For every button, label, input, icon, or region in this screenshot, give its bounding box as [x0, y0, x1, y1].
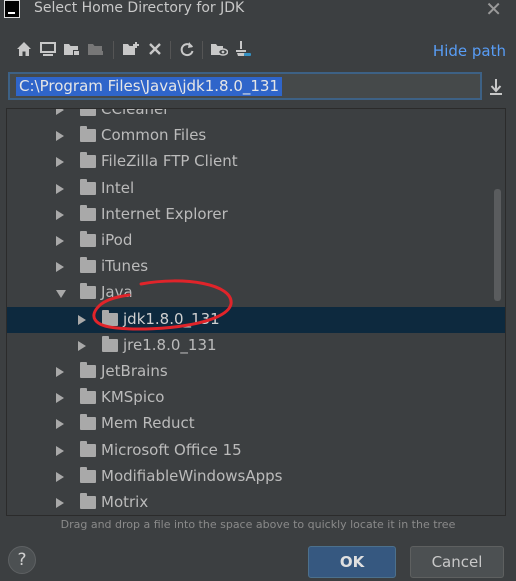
toolbar-separator [202, 41, 203, 59]
ok-button[interactable]: OK [308, 546, 396, 578]
tree-row[interactable]: Motrix [7, 490, 505, 515]
window-title: Select Home Directory for JDK [34, 0, 245, 16]
delete-icon[interactable] [144, 38, 166, 60]
tree-item-label: FileZilla FTP Client [101, 152, 238, 171]
chevron-down-icon[interactable] [56, 290, 66, 299]
module-folder-icon[interactable] [85, 38, 107, 60]
tree-row[interactable]: iTunes [7, 254, 505, 280]
folder-icon [80, 152, 96, 169]
chevron-right-icon[interactable] [56, 367, 64, 377]
chevron-right-icon[interactable] [56, 131, 64, 142]
tree-item-label: JetBrains [101, 362, 168, 380]
chevron-right-icon[interactable] [56, 419, 64, 430]
red-circle-annotation [92, 279, 233, 331]
tree-row[interactable]: JetBrains [7, 359, 505, 385]
close-icon[interactable]: ✕ [485, 0, 502, 21]
tree-item-label: Internet Explorer [101, 204, 228, 223]
chevron-right-icon[interactable] [56, 445, 64, 456]
path-field[interactable]: C:\Program Files\Java\jdk1.8.0_131 [8, 72, 482, 100]
chevron-right-icon[interactable] [56, 109, 64, 115]
directory-tree[interactable]: Motrix ModifiableWindowsApps Microsoft Off… [6, 108, 506, 516]
folder-icon [80, 493, 96, 509]
tree-row[interactable]: Internet Explorer [7, 202, 505, 228]
folder-icon [80, 178, 96, 195]
refresh-icon[interactable] [176, 38, 198, 60]
show-hidden-icon[interactable] [208, 38, 230, 60]
tree-row[interactable]: Java [7, 280, 505, 306]
drag-drop-hint: Drag and drop a file into the space abov… [60, 518, 456, 531]
title-bar: Select Home Directory for JDK ✕ [0, 0, 516, 22]
intellij-app-icon [4, 0, 20, 18]
tree-item-label: iPod [101, 231, 133, 249]
desktop-icon[interactable] [37, 38, 59, 60]
folder-icon [80, 414, 96, 431]
folder-icon [80, 466, 96, 483]
toolbar-separator [113, 41, 114, 59]
chevron-right-icon[interactable] [78, 340, 86, 351]
folder-icon [102, 335, 118, 352]
tree-row[interactable]: ModifiableWindowsApps [7, 464, 505, 490]
help-button[interactable]: ? [8, 546, 36, 574]
folder-icon [80, 126, 96, 143]
tree-item-label: Motrix [101, 493, 149, 511]
tree-row[interactable]: Intel [7, 176, 505, 202]
tree-item-label: CCleaner [101, 108, 170, 118]
chevron-right-icon[interactable] [56, 262, 64, 273]
chevron-right-icon[interactable] [56, 393, 64, 404]
tree-row[interactable]: iPod [7, 228, 505, 254]
tree-item-label: KMSpico [101, 388, 165, 407]
hide-path-link[interactable]: Hide path [433, 42, 506, 60]
tree-item-label: Intel [101, 178, 135, 197]
folder-icon [80, 204, 96, 221]
tree-row[interactable]: KMSpico [7, 385, 505, 411]
chevron-right-icon[interactable] [56, 498, 64, 508]
toolbar-separator [170, 41, 171, 59]
tree-item-label: Mem Reduct [101, 414, 195, 433]
path-input-value[interactable]: C:\Program Files\Java\jdk1.8.0_131 [16, 77, 283, 96]
folder-icon [80, 388, 96, 405]
project-folder-icon[interactable] [61, 38, 83, 60]
tree-item-label: jre1.8.0_131 [123, 335, 217, 354]
tree-row[interactable]: Mem Reduct [7, 411, 505, 437]
tree-item-label: iTunes [101, 257, 149, 276]
tree-scrollbar[interactable] [494, 189, 501, 301]
tree-row[interactable]: Microsoft Office 15 [7, 438, 505, 464]
chevron-right-icon[interactable] [56, 157, 64, 168]
folder-icon [80, 362, 96, 378]
tree-row[interactable]: CCleaner [7, 108, 505, 123]
cancel-button[interactable]: Cancel [410, 546, 504, 578]
tree-row[interactable]: jre1.8.0_131 [7, 333, 505, 359]
tree-row[interactable]: jdk1.8.0_131 [7, 306, 505, 333]
new-folder-icon[interactable] [120, 38, 142, 60]
home-icon[interactable] [13, 38, 35, 60]
chevron-right-icon[interactable] [56, 471, 64, 482]
folder-icon [80, 440, 96, 457]
clear-cache-icon[interactable] [232, 38, 254, 60]
chevron-right-icon[interactable] [78, 314, 86, 325]
folder-icon [80, 109, 96, 116]
chevron-right-icon[interactable] [56, 183, 64, 194]
folder-icon [80, 257, 96, 274]
chevron-right-icon[interactable] [56, 236, 64, 246]
download-icon[interactable] [488, 77, 504, 97]
folder-icon [80, 231, 96, 247]
tree-row[interactable]: FileZilla FTP Client [7, 149, 505, 175]
tree-item-label: Common Files [101, 126, 207, 145]
tree-item-label: ModifiableWindowsApps [101, 466, 283, 485]
tree-item-label: Microsoft Office 15 [101, 440, 242, 459]
tree-row[interactable]: Common Files [7, 123, 505, 149]
chevron-right-icon[interactable] [56, 209, 64, 220]
